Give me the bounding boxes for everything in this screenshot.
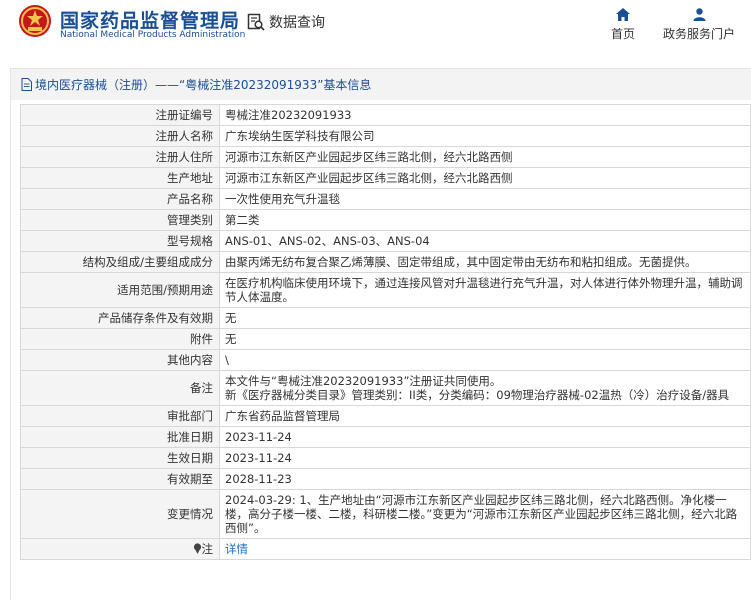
remark-line: 本文件与“粤械注准20232091933”注册证共同使用。	[225, 374, 502, 388]
table-row: 适用范围/预期用途 在医疗机构临床使用环境下，通过连接风管对升温毯进行充气升温，对…	[20, 272, 751, 308]
field-label: 备注	[20, 370, 220, 406]
field-value: 2023-11-24	[219, 447, 751, 469]
field-value: 由聚丙烯无纺布复合聚乙烯薄膜、固定带组成，其中固定带由无纺布和粘扣组成。无菌提供…	[219, 251, 751, 273]
site-header: 国家药品监督管理局 National Medical Products Admi…	[0, 0, 751, 52]
record-title-bar: 境内医疗器械（注册）——“粤械注准20232091933”基本信息	[11, 69, 751, 100]
table-row: 批准日期 2023-11-24	[20, 426, 751, 448]
user-icon	[693, 8, 705, 21]
table-row: 产品储存条件及有效期无	[20, 307, 751, 329]
field-value: 2024-03-29: 1、生产地址由“河源市江东新区产业园起步区纬三路北侧，经…	[219, 489, 751, 539]
field-label: 注册证编号	[20, 104, 220, 126]
site-brand-name[interactable]: 国家药品监督管理局	[60, 6, 240, 33]
field-value: 详情	[219, 538, 751, 560]
field-label: 结构及组成/主要组成成分	[20, 251, 220, 273]
nav-service-portal[interactable]: 政务服务门户	[663, 8, 735, 42]
table-row: 有效期至 2028-11-23	[20, 468, 751, 490]
home-icon	[616, 8, 630, 21]
field-value: 无	[219, 307, 751, 329]
note-label-cell: 注	[20, 538, 220, 560]
search-document-icon	[247, 13, 265, 31]
details-link[interactable]: 详情	[225, 542, 248, 556]
table-row: 注 详情	[20, 538, 751, 560]
data-query-link[interactable]: 数据查询	[247, 12, 325, 32]
field-label: 注册人住所	[20, 146, 220, 168]
table-row: 结构及组成/主要组成成分 由聚丙烯无纺布复合聚乙烯薄膜、固定带组成，其中固定带由无…	[20, 251, 751, 273]
site-brand-english: National Medical Products Administration	[60, 30, 246, 40]
table-row: 注册人住所 河源市江东新区产业园起步区纬三路北侧，经六北路西侧	[20, 146, 751, 168]
nav-home-label: 首页	[611, 27, 636, 41]
remark-line: 新《医疗器械分类目录》管理类别：II类，分类编码：09物理治疗器械-02温热（冷…	[225, 388, 730, 402]
table-row: 变更情况 2024-03-29: 1、生产地址由“河源市江东新区产业园起步区纬三路…	[20, 489, 751, 539]
field-value: 在医疗机构临床使用环境下，通过连接风管对升温毯进行充气升温，对人体进行体外物理升…	[219, 272, 751, 308]
table-row: 审批部门 广东省药品监督管理局	[20, 405, 751, 427]
field-label: 产品名称	[20, 188, 220, 210]
data-query-label: 数据查询	[269, 15, 325, 31]
field-value: ANS-01、ANS-02、ANS-03、ANS-04	[219, 230, 751, 252]
field-label: 审批部门	[20, 405, 220, 427]
field-label: 生效日期	[20, 447, 220, 469]
registration-info-table: 注册证编号 粤械注准20232091933 注册人名称 广东埃纳生医学科技有限公司 …	[20, 104, 751, 560]
field-label: 有效期至	[20, 468, 220, 490]
nav-service-portal-label: 政务服务门户	[663, 27, 736, 41]
pin-icon	[193, 543, 201, 554]
field-value: 广东省药品监督管理局	[219, 405, 751, 427]
field-value: 一次性使用充气升温毯	[219, 188, 751, 210]
field-value: 本文件与“粤械注准20232091933”注册证共同使用。 新《医疗器械分类目录》…	[219, 370, 751, 406]
table-row: 备注 本文件与“粤械注准20232091933”注册证共同使用。 新《医疗器械分类目…	[20, 370, 751, 406]
table-row: 生效日期 2023-11-24	[20, 447, 751, 469]
field-value: \	[219, 349, 751, 371]
field-label: 变更情况	[20, 489, 220, 539]
field-label: 附件	[20, 328, 220, 350]
field-label: 管理类别	[20, 209, 220, 231]
field-value: 河源市江东新区产业园起步区纬三路北侧，经六北路西侧	[219, 167, 751, 189]
field-label: 产品储存条件及有效期	[20, 307, 220, 329]
field-value: 2028-11-23	[219, 468, 751, 490]
record-title: 境内医疗器械（注册）——“粤械注准20232091933”基本信息	[35, 78, 372, 92]
field-value: 第二类	[219, 209, 751, 231]
field-value: 2023-11-24	[219, 426, 751, 448]
field-value: 粤械注准20232091933	[219, 104, 751, 126]
field-label: 适用范围/预期用途	[20, 272, 220, 308]
table-row: 型号规格 ANS-01、ANS-02、ANS-03、ANS-04	[20, 230, 751, 252]
field-label: 其他内容	[20, 349, 220, 371]
field-value: 河源市江东新区产业园起步区纬三路北侧，经六北路西侧	[219, 146, 751, 168]
table-row: 产品名称 一次性使用充气升温毯	[20, 188, 751, 210]
field-value: 广东埃纳生医学科技有限公司	[219, 125, 751, 147]
table-row: 注册人名称 广东埃纳生医学科技有限公司	[20, 125, 751, 147]
document-icon	[21, 78, 32, 91]
field-label: 注册人名称	[20, 125, 220, 147]
national-emblem-icon[interactable]	[18, 4, 52, 38]
field-label: 生产地址	[20, 167, 220, 189]
field-label: 批准日期	[20, 426, 220, 448]
table-row: 其他内容 \	[20, 349, 751, 371]
nav-home[interactable]: 首页	[611, 8, 635, 42]
table-row: 生产地址 河源市江东新区产业园起步区纬三路北侧，经六北路西侧	[20, 167, 751, 189]
table-row: 注册证编号 粤械注准20232091933	[20, 104, 751, 126]
field-label: 型号规格	[20, 230, 220, 252]
note-label: 注	[201, 542, 214, 556]
field-value: 无	[219, 328, 751, 350]
table-row: 附件无	[20, 328, 751, 350]
table-row: 管理类别 第二类	[20, 209, 751, 231]
